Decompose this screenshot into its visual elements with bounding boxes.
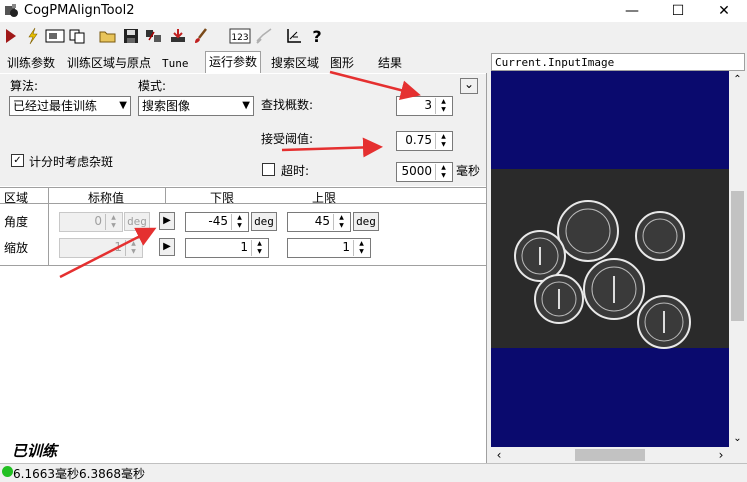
scroll-left-icon[interactable]: ‹ — [491, 447, 507, 463]
horizontal-scroll-thumb[interactable] — [575, 449, 645, 461]
status-indicator-icon — [2, 466, 13, 477]
arrow-accept-threshold — [281, 137, 383, 158]
vertical-scrollbar[interactable]: ⌃ ⌄ — [729, 71, 746, 447]
scroll-up-icon[interactable]: ⌃ — [729, 71, 746, 88]
arrow-find-count — [329, 70, 421, 100]
horizontal-scrollbar[interactable]: ‹ › — [491, 447, 729, 463]
scroll-right-icon[interactable]: › — [713, 447, 729, 463]
coins-image — [491, 169, 729, 349]
vertical-scroll-thumb[interactable] — [731, 191, 744, 321]
minimize-button[interactable]: — — [609, 0, 655, 22]
close-button[interactable]: ✕ — [701, 0, 747, 22]
maximize-button[interactable]: ☐ — [655, 0, 701, 22]
status-text: 6.1663毫秒6.3868毫秒 — [13, 467, 145, 481]
scroll-down-icon[interactable]: ⌄ — [729, 430, 746, 447]
arrow-angle-toggle — [59, 227, 157, 279]
image-display[interactable] — [491, 71, 729, 447]
image-title: Current.InputImage — [491, 53, 745, 71]
annotation-arrows — [59, 70, 421, 279]
